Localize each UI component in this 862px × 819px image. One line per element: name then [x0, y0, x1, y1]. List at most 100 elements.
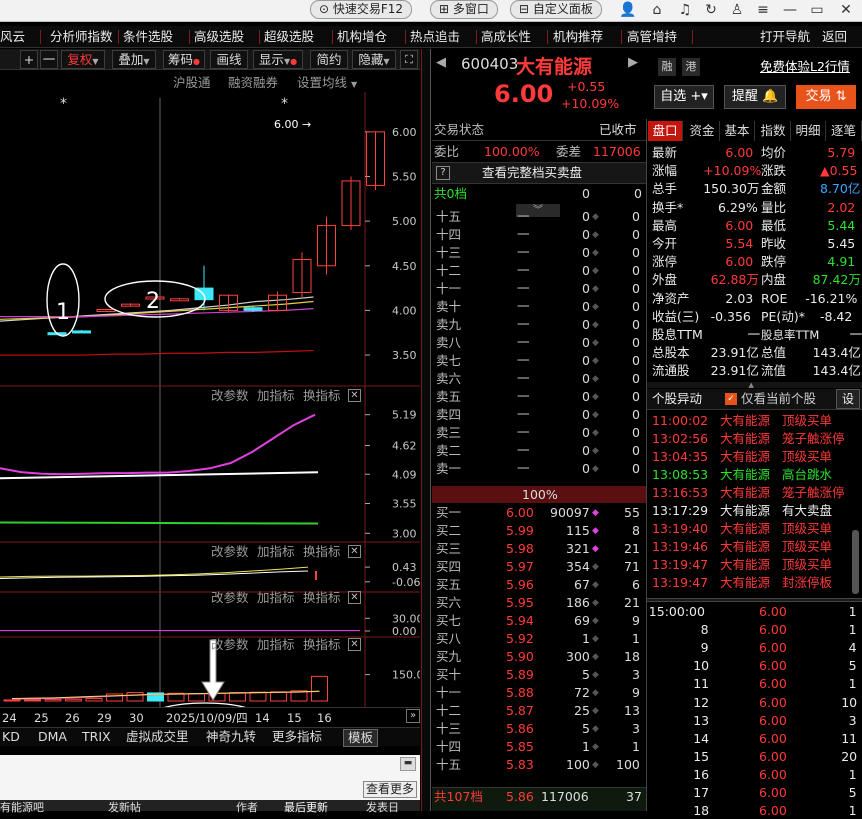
help-icon[interactable]: ? — [436, 166, 450, 180]
l2-promo-link[interactable]: 免费体验L2行情 — [760, 56, 850, 75]
menu-item-6[interactable]: 热点追击 — [410, 28, 460, 46]
anomaly-time-4[interactable]: 13:16:53 — [652, 485, 708, 501]
anomaly-stock-2[interactable]: 大有能源 — [720, 449, 770, 465]
collapse-icon[interactable]: ▬ — [400, 757, 416, 771]
drawline-button[interactable]: 画线 — [210, 50, 248, 69]
fuquan-button[interactable]: 复权▼ — [61, 50, 105, 69]
fullscreen-button[interactable]: ⛶ — [400, 50, 418, 69]
next-stock-icon[interactable]: ▶ — [628, 55, 638, 70]
anomaly-stock-3[interactable]: 大有能源 — [720, 467, 770, 483]
anomaly-event-7[interactable]: 顶级买单 — [782, 539, 832, 555]
anomaly-event-4[interactable]: 笼子触涨停 — [782, 485, 845, 501]
menu-item-7[interactable]: 高成长性 — [481, 28, 531, 46]
anomaly-event-2[interactable]: 顶级买单 — [782, 449, 832, 465]
simple-button[interactable]: 简约 — [310, 50, 348, 69]
ind1-close-icon[interactable]: ✕ — [348, 389, 361, 402]
anomaly-time-1[interactable]: 13:02:56 — [652, 431, 708, 447]
menu-item-10[interactable]: 打开导航 — [760, 28, 810, 46]
zoom-out-button[interactable]: 一 — [40, 50, 58, 69]
ind3-close-icon[interactable]: ✕ — [348, 591, 361, 604]
anomaly-time-5[interactable]: 13:17:29 — [652, 503, 708, 519]
panel-splitter[interactable] — [421, 49, 431, 811]
anomaly-time-7[interactable]: 13:19:46 — [652, 539, 708, 555]
only-current-checkbox[interactable]: ✓ — [725, 393, 737, 405]
hide-button[interactable]: 隐藏▼ — [352, 50, 396, 69]
anomaly-event-5[interactable]: 有大卖盘 — [782, 503, 832, 519]
ind3-switch-indicator[interactable]: 换指标 — [303, 590, 341, 606]
menu-item-5[interactable]: 机构增仓 — [337, 28, 387, 46]
bell-icon[interactable]: ♫ — [675, 1, 695, 19]
trade-button[interactable]: 交易 ⇅ — [796, 85, 856, 109]
anomaly-stock-8[interactable]: 大有能源 — [720, 557, 770, 573]
anomaly-stock-5[interactable]: 大有能源 — [720, 503, 770, 519]
quick-trade-button[interactable]: ⊙ 快速交易F12 — [310, 0, 413, 19]
info-tab-4[interactable]: 明细 — [791, 121, 826, 141]
anomaly-stock-4[interactable]: 大有能源 — [720, 485, 770, 501]
margin-label[interactable]: 融资融券 — [228, 75, 278, 91]
refresh-icon[interactable]: ↻ — [701, 1, 721, 19]
ind3-edit-params[interactable]: 改参数 — [211, 590, 249, 606]
anomaly-event-1[interactable]: 笼子触涨停 — [782, 431, 845, 447]
menu-item-3[interactable]: 高级选股 — [194, 28, 244, 46]
menu-item-4[interactable]: 超级选股 — [264, 28, 314, 46]
overlay-button[interactable]: 叠加▼ — [112, 50, 156, 69]
menu-item-9[interactable]: 高管增持 — [627, 28, 677, 46]
anomaly-title[interactable]: 个股异动 — [652, 391, 702, 407]
info-tab-3[interactable]: 指数 — [756, 121, 791, 141]
info-tab-2[interactable]: 基本 — [720, 121, 755, 141]
custom-panel-button[interactable]: ⊟ 自定义面板 — [510, 0, 602, 19]
anomaly-time-3[interactable]: 13:08:53 — [652, 467, 708, 483]
anomaly-settings-button[interactable]: 设 — [836, 389, 860, 409]
info-tab-1[interactable]: 资金 — [685, 121, 720, 141]
view-more-button[interactable]: 查看更多 — [363, 781, 417, 798]
watchlist-button[interactable]: 自选 +▾ — [654, 85, 714, 109]
menu-item-0[interactable]: 风云 — [0, 28, 25, 46]
menu-icon[interactable]: ≡ — [753, 1, 773, 19]
info-tab-0[interactable]: 盘口 — [648, 121, 683, 141]
user-icon[interactable]: 👤 — [618, 1, 638, 19]
indicator-tab-5[interactable]: 更多指标 — [272, 729, 322, 745]
zoom-in-button[interactable]: + — [20, 50, 38, 69]
indicator-tab-0[interactable]: KD — [2, 729, 20, 745]
menu-item-1[interactable]: 分析师指数 — [50, 28, 113, 46]
anomaly-time-2[interactable]: 13:04:35 — [652, 449, 708, 465]
anomaly-time-9[interactable]: 13:19:47 — [652, 575, 708, 591]
ind1-add-indicator[interactable]: 加指标 — [257, 388, 295, 404]
indicator-tab-1[interactable]: DMA — [38, 729, 67, 745]
ind2-switch-indicator[interactable]: 换指标 — [303, 544, 341, 560]
anomaly-event-8[interactable]: 顶级买单 — [782, 557, 832, 573]
indicator-tab-2[interactable]: TRIX — [82, 729, 111, 745]
remind-button[interactable]: 提醒 🔔 — [724, 85, 786, 109]
collapse-handle[interactable]: ▲ — [647, 382, 862, 389]
ind2-close-icon[interactable]: ✕ — [348, 545, 361, 558]
set-ma-button[interactable]: 设置均线 ▼ — [297, 75, 357, 93]
forum-name[interactable]: 有能源吧 — [0, 800, 44, 816]
indicator-tab-3[interactable]: 虚拟成交里 — [126, 729, 189, 745]
prev-stock-icon[interactable]: ◀ — [436, 55, 446, 70]
home-icon[interactable]: ⌂ — [647, 1, 667, 19]
close-icon[interactable]: ✕ — [836, 1, 856, 19]
anomaly-stock-0[interactable]: 大有能源 — [720, 413, 770, 429]
indicator-tab-4[interactable]: 神奇九转 — [206, 729, 256, 745]
latest-column[interactable]: 最后更新 — [284, 800, 328, 816]
kline-chart[interactable]: 6.00 5.50 5.00 4.50 4.00 3.50 6.00 → 1 2 * * 5.19 4… — [0, 92, 420, 760]
minimize-icon[interactable]: — — [780, 1, 800, 19]
anomaly-stock-1[interactable]: 大有能源 — [720, 431, 770, 447]
ind3-add-indicator[interactable]: 加指标 — [257, 590, 295, 606]
menu-item-8[interactable]: 机构推荐 — [553, 28, 603, 46]
anomaly-stock-7[interactable]: 大有能源 — [720, 539, 770, 555]
hgt-label[interactable]: 沪股通 — [173, 75, 211, 91]
multi-window-button[interactable]: ⊞ 多窗口 — [430, 0, 498, 19]
anomaly-stock-6[interactable]: 大有能源 — [720, 521, 770, 537]
ind4-add-indicator[interactable]: 加指标 — [257, 637, 295, 653]
ind4-edit-params[interactable]: 改参数 — [211, 637, 249, 653]
shirt-icon[interactable]: ♙ — [727, 1, 747, 19]
display-button[interactable]: 显示▼● — [253, 50, 303, 69]
ind4-close-icon[interactable]: ✕ — [348, 638, 361, 651]
anomaly-event-0[interactable]: 顶级买单 — [782, 413, 832, 429]
new-post-button[interactable]: 发新帖 — [108, 800, 141, 816]
info-tab-5[interactable]: 逐笔 — [826, 121, 862, 141]
ind4-switch-indicator[interactable]: 换指标 — [303, 637, 341, 653]
anomaly-event-3[interactable]: 高台跳水 — [782, 467, 832, 483]
anomaly-event-9[interactable]: 封涨停板 — [782, 575, 832, 591]
